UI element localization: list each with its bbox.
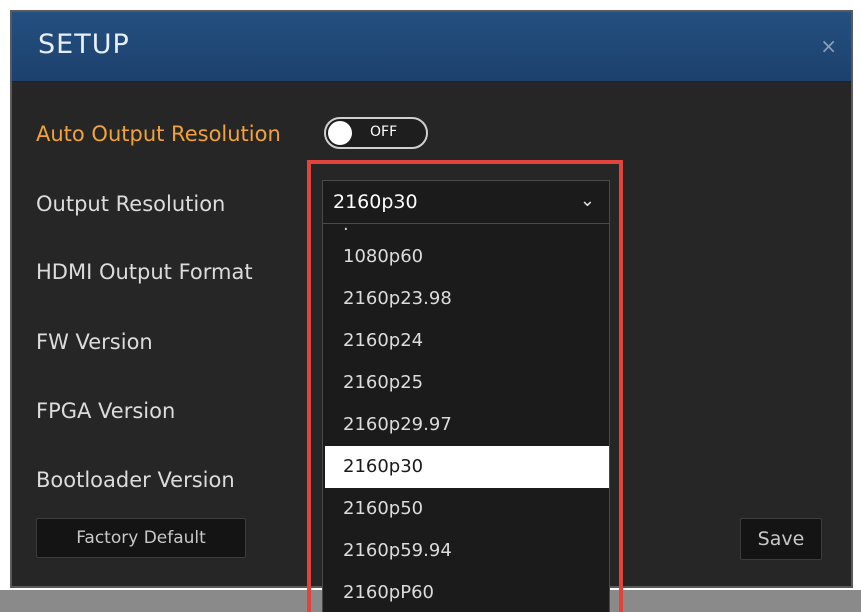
toggle-knob [328, 121, 352, 145]
fw-version-label: FW Version [36, 330, 153, 354]
fpga-version-label: FPGA Version [36, 399, 176, 423]
toggle-state: OFF [370, 124, 398, 140]
bootloader-version-label: Bootloader Version [36, 468, 235, 492]
highlight-annotation-box [307, 160, 623, 612]
factory-default-button[interactable]: Factory Default [36, 518, 246, 558]
close-icon[interactable]: × [820, 34, 837, 58]
hdmi-output-format-label: HDMI Output Format [36, 260, 253, 284]
auto-output-toggle[interactable]: OFF [324, 117, 428, 149]
save-button[interactable]: Save [740, 518, 822, 560]
output-resolution-label: Output Resolution [36, 192, 226, 216]
title-bar: SETUP × [12, 12, 851, 82]
auto-output-resolution-label: Auto Output Resolution [36, 122, 281, 146]
dialog-title: SETUP [38, 29, 130, 60]
